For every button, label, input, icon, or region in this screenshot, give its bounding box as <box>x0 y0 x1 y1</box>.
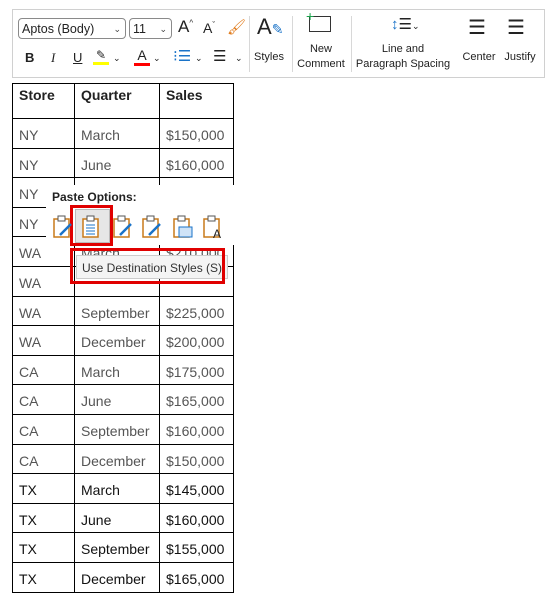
table-cell: $225,000 <box>159 295 234 327</box>
font-color-icon[interactable]: A <box>134 47 150 66</box>
center-button[interactable]: Center <box>458 50 500 65</box>
table-cell: June <box>74 147 160 179</box>
header-cell: Sales <box>159 83 234 119</box>
table-cell: WA <box>12 325 75 356</box>
table-cell: WA <box>12 295 75 327</box>
italic-button[interactable]: I <box>51 50 55 66</box>
numbering-icon[interactable]: ☰ <box>213 47 226 65</box>
table-cell: $160,000 <box>159 147 234 179</box>
table-cell: $155,000 <box>159 532 234 563</box>
shrink-font-icon[interactable]: Aˇ <box>203 20 215 36</box>
link-icon[interactable] <box>141 215 163 239</box>
align-center-icon[interactable]: ☰ <box>468 15 486 40</box>
table-cell: $160,000 <box>159 413 234 445</box>
font-name-value: Aptos (Body) <box>22 22 95 36</box>
highlight-box <box>70 248 225 284</box>
chevron-down-icon[interactable]: ⌄ <box>195 53 203 64</box>
format-painter-icon[interactable]: 🖌 <box>227 18 246 36</box>
ribbon-toolbar: Aptos (Body) ⌄ 11 ⌄ A^ Aˇ 🖌 B I U ✎ ⌄ A ⌄ … <box>12 8 545 78</box>
table-cell: $165,000 <box>159 384 234 415</box>
table-cell: TX <box>12 561 75 593</box>
table-cell: $175,000 <box>159 354 234 386</box>
table-cell: December <box>74 325 160 356</box>
highlight-icon[interactable]: ✎ <box>93 48 109 65</box>
picture-icon[interactable] <box>172 215 194 239</box>
table-cell: $145,000 <box>159 473 234 504</box>
table-cell: September <box>74 295 160 327</box>
styles-icon[interactable]: A✎ <box>257 14 283 40</box>
table-cell: CA <box>12 354 75 386</box>
table-cell: TX <box>12 532 75 563</box>
label-line: New <box>309 43 332 55</box>
table-cell: $150,000 <box>159 443 234 475</box>
table-cell: June <box>74 502 160 534</box>
chevron-down-icon: ⌄ <box>159 24 167 34</box>
header-cell: Store <box>12 83 75 119</box>
chevron-down-icon[interactable]: ⌄ <box>113 53 121 64</box>
table-header-row: Store Quarter Sales <box>12 83 234 119</box>
table-row: TX March $145,000 <box>12 473 234 504</box>
table-cell: March <box>74 118 160 149</box>
table-row: TX September $155,000 <box>12 532 234 563</box>
font-size-combo[interactable]: 11 ⌄ <box>129 18 172 39</box>
table-cell: $200,000 <box>159 325 234 356</box>
merge-formatting-icon[interactable] <box>112 215 134 239</box>
table-row: NY March $150,000 <box>12 118 234 149</box>
table-cell: TX <box>12 473 75 504</box>
justify-icon[interactable]: ☰ <box>507 15 525 40</box>
justify-button[interactable]: Justify <box>499 50 541 65</box>
table-cell: CA <box>12 384 75 415</box>
table-cell: TX <box>12 502 75 534</box>
label-line: Line and <box>381 43 425 55</box>
keep-source-formatting-icon[interactable] <box>52 215 74 239</box>
table-row: WA September $225,000 <box>12 295 234 327</box>
table-cell: September <box>74 532 160 563</box>
table-cell: $165,000 <box>159 561 234 593</box>
table-row: CA March $175,000 <box>12 354 234 386</box>
table-row: TX December $165,000 <box>12 561 234 593</box>
table-row: NY June $160,000 <box>12 147 234 179</box>
table-cell: June <box>74 384 160 415</box>
table-cell: December <box>74 561 160 593</box>
table-cell: March <box>74 473 160 504</box>
chevron-down-icon: ⌄ <box>113 24 121 34</box>
new-comment-icon[interactable]: + <box>306 8 331 32</box>
table-row: CA June $165,000 <box>12 384 234 415</box>
grow-font-icon[interactable]: A^ <box>178 17 193 37</box>
table-cell: December <box>74 443 160 475</box>
line-spacing-icon[interactable]: ↕☰⌄ <box>391 15 420 33</box>
label-line: Paragraph Spacing <box>355 58 451 70</box>
svg-text:A: A <box>213 227 221 239</box>
header-cell: Quarter <box>74 83 160 119</box>
table-cell: NY <box>12 147 75 179</box>
table-row: CA December $150,000 <box>12 443 234 475</box>
keep-text-only-icon[interactable]: A <box>202 215 224 241</box>
chevron-down-icon[interactable]: ⌄ <box>153 53 161 64</box>
table-cell: September <box>74 413 160 445</box>
bold-button[interactable]: B <box>25 50 34 65</box>
font-name-combo[interactable]: Aptos (Body) ⌄ <box>18 18 126 39</box>
underline-button[interactable]: U <box>73 50 82 65</box>
label-line: Comment <box>297 58 345 70</box>
chevron-down-icon[interactable]: ⌄ <box>235 53 243 64</box>
new-comment-button[interactable]: New Comment <box>293 42 349 72</box>
table-row: TX June $160,000 <box>12 502 234 534</box>
bullets-icon[interactable]: ⁝☰ <box>173 47 191 65</box>
table-cell: $160,000 <box>159 502 234 534</box>
table-cell: NY <box>12 118 75 149</box>
table-row: WA December $200,000 <box>12 325 234 356</box>
table-cell: CA <box>12 443 75 475</box>
table-cell: March <box>74 354 160 386</box>
table-cell: CA <box>12 413 75 445</box>
table-cell: WA <box>12 265 75 297</box>
styles-button[interactable]: Styles <box>251 50 287 65</box>
table-row: CA September $160,000 <box>12 413 234 445</box>
table-cell: $150,000 <box>159 118 234 149</box>
paste-options-title: Paste Options: <box>52 190 137 204</box>
use-destination-styles-icon[interactable] <box>81 215 103 239</box>
font-size-value: 11 <box>133 22 146 36</box>
sales-table: Store Quarter Sales NY March $150,000 NY Jun… <box>12 83 234 593</box>
line-spacing-button[interactable]: Line and Paragraph Spacing <box>353 42 453 72</box>
